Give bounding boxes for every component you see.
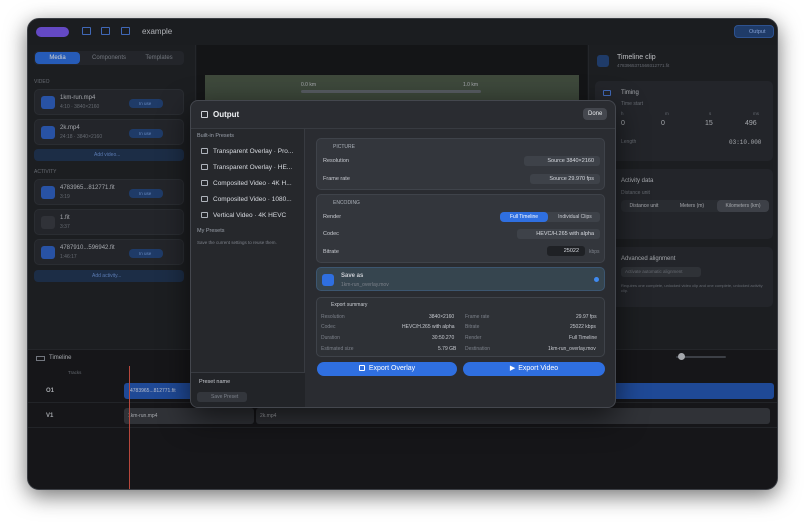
overlay-icon — [201, 148, 208, 154]
share-icon — [201, 111, 208, 118]
preset-sidebar: Built-in Presets Transparent Overlay · P… — [191, 129, 305, 407]
dialog-title: Output — [213, 110, 240, 119]
preset-item[interactable]: Transparent Overlay · Pro... — [199, 144, 303, 158]
export-overlay-button[interactable]: Export Overlay — [317, 362, 457, 376]
preset-item[interactable]: Composited Video · 1080... — [199, 192, 303, 206]
my-presets-header: My Presets — [197, 228, 225, 234]
layers-icon — [358, 365, 365, 371]
preset-item[interactable]: Vertical Video · 4K HEVC — [199, 208, 303, 222]
framerate-select[interactable]: Source 29.970 fps — [530, 174, 600, 184]
play-icon: ▶ — [509, 365, 516, 372]
resolution-select[interactable]: Source 3840×2160 — [524, 156, 600, 166]
codec-select[interactable]: HEVC/H.265 with alpha — [517, 229, 600, 239]
folder-icon — [322, 274, 334, 286]
render-mode-control: Full Timeline Individual Clips — [500, 212, 600, 222]
save-as-section[interactable]: Save as 1km-run_overlay.mov — [316, 267, 605, 291]
preset-name-area: Preset name Save Preset — [191, 372, 305, 407]
film-icon — [201, 212, 208, 218]
film-icon — [201, 196, 208, 202]
app-window: example Output Media Components Template… — [27, 18, 778, 490]
film-icon — [201, 180, 208, 186]
export-summary: Export summary Resolution 3840×2160 Fram… — [316, 297, 605, 357]
my-presets-hint: Save the current settings to reuse them. — [197, 240, 277, 245]
dialog-header: Output Done — [191, 101, 615, 129]
picture-header: PICTURE — [333, 144, 355, 150]
picture-section: PICTURE Resolution Source 3840×2160 Fram… — [316, 138, 605, 190]
done-button[interactable]: Done — [583, 108, 607, 120]
render-full-timeline[interactable]: Full Timeline — [500, 212, 548, 222]
encoding-section: ENCODING Render Full Timeline Individual… — [316, 194, 605, 263]
save-preset-button[interactable]: Save Preset — [197, 392, 247, 402]
preset-item[interactable]: Composited Video · 4K H... — [199, 176, 303, 190]
overlay-icon — [201, 164, 208, 170]
builtin-presets-header: Built-in Presets — [197, 133, 234, 139]
bitrate-input[interactable]: 25022 — [547, 246, 585, 256]
render-individual-clips[interactable]: Individual Clips — [550, 212, 600, 222]
encoding-header: ENCODING — [333, 200, 360, 206]
export-video-button[interactable]: ▶ Export Video — [463, 362, 605, 376]
save-as-filename: 1km-run_overlay.mov — [341, 282, 389, 288]
output-dialog: Output Done Built-in Presets Transparent… — [190, 100, 616, 408]
status-dot — [594, 277, 599, 282]
preset-item[interactable]: Transparent Overlay · HE... — [199, 160, 303, 174]
